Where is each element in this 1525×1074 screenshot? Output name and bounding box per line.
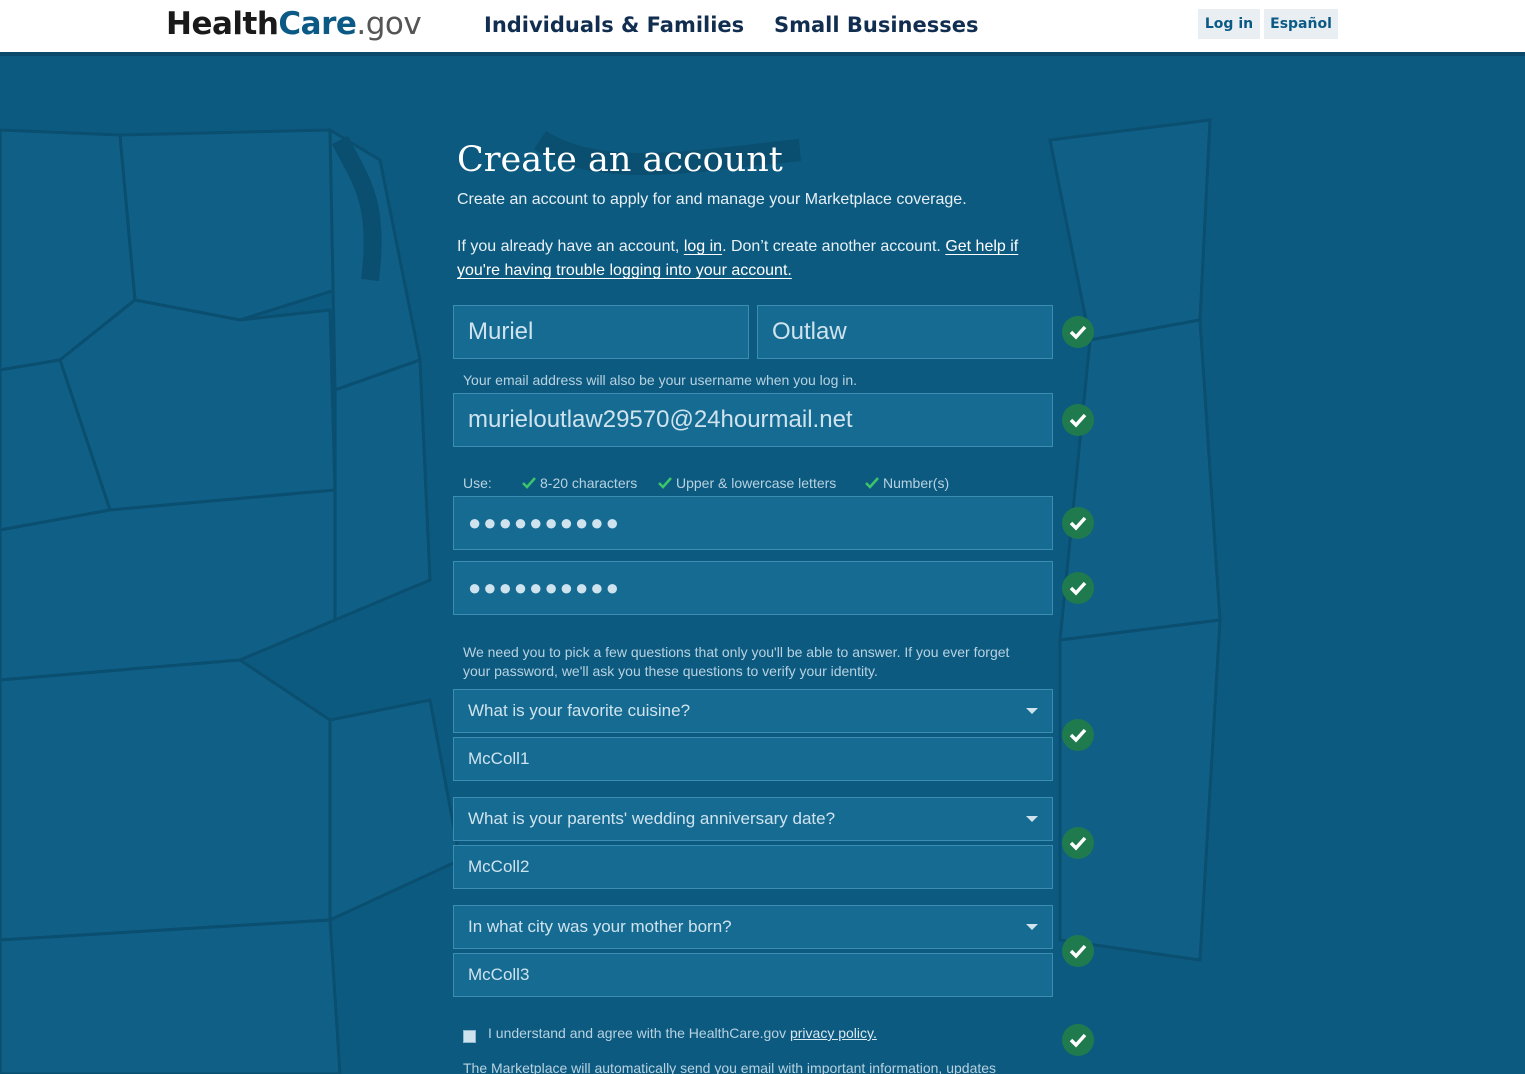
security-answer-3-field[interactable]: McColl3 xyxy=(453,953,1053,997)
security-answer-1-field[interactable]: McColl1 xyxy=(453,737,1053,781)
chevron-down-icon xyxy=(1026,708,1038,714)
note-text-1: If you already have an account, xyxy=(457,238,684,255)
password-use-label: Use: xyxy=(463,475,492,491)
check-icon xyxy=(1062,935,1094,967)
note-text-2: . Don’t create another account. xyxy=(722,238,946,255)
page-subtitle: Create an account to apply for and manag… xyxy=(457,191,967,208)
create-account-form: Create an account Create an account to a… xyxy=(0,0,1525,1074)
check-icon xyxy=(1062,1024,1094,1056)
confirm-password-field[interactable]: ●●●●●●●●●● xyxy=(453,561,1053,615)
chevron-down-icon xyxy=(1026,816,1038,822)
security-questions-hint: We need you to pick a few questions that… xyxy=(463,644,1010,679)
rule-number-label: Number(s) xyxy=(883,475,950,491)
security-answer-2-field[interactable]: McColl2 xyxy=(453,845,1053,889)
chevron-down-icon xyxy=(1026,924,1038,930)
last-name-field[interactable]: Outlaw xyxy=(757,305,1053,359)
rule-case: Upper & lowercase letters xyxy=(658,475,836,491)
security-question-1-select[interactable]: What is your favorite cuisine? xyxy=(453,689,1053,733)
check-icon xyxy=(1062,316,1094,348)
check-icon xyxy=(658,477,672,489)
security-question-2-label: What is your parents' wedding anniversar… xyxy=(468,809,836,828)
first-name-field[interactable]: Muriel xyxy=(453,305,749,359)
security-question-2-select[interactable]: What is your parents' wedding anniversar… xyxy=(453,797,1053,841)
check-icon xyxy=(522,477,536,489)
agree-label: I understand and agree with the HealthCa… xyxy=(488,1025,790,1041)
security-question-3-select[interactable]: In what city was your mother born? xyxy=(453,905,1053,949)
check-icon xyxy=(1062,507,1094,539)
security-question-3-label: In what city was your mother born? xyxy=(468,917,732,936)
rule-length: 8-20 characters xyxy=(522,475,637,491)
rule-length-label: 8-20 characters xyxy=(540,475,638,491)
privacy-policy-link[interactable]: privacy policy. xyxy=(790,1025,877,1041)
email-hint: Your email address will also be your use… xyxy=(463,372,858,388)
security-question-1-label: What is your favorite cuisine? xyxy=(468,701,691,720)
email-field[interactable]: murieloutlaw29570@24hourmail.net xyxy=(453,393,1053,447)
check-icon xyxy=(1062,572,1094,604)
privacy-agree-text: I understand and agree with the HealthCa… xyxy=(488,1025,877,1041)
rule-case-label: Upper & lowercase letters xyxy=(676,475,837,491)
check-icon xyxy=(1062,404,1094,436)
page-title: Create an account xyxy=(457,140,783,180)
login-link[interactable]: log in xyxy=(684,238,722,255)
password-field[interactable]: ●●●●●●●●●● xyxy=(453,496,1053,550)
email-notice-text: The Marketplace will automatically send … xyxy=(463,1060,997,1074)
privacy-agree-checkbox[interactable] xyxy=(463,1030,476,1043)
confirm-password-mask: ●●●●●●●●●● xyxy=(468,575,621,600)
check-icon xyxy=(865,477,879,489)
rule-number: Number(s) xyxy=(865,475,949,491)
existing-account-note: If you already have an account, log in. … xyxy=(457,235,1057,283)
check-icon xyxy=(1062,719,1094,751)
check-icon xyxy=(1062,827,1094,859)
password-mask: ●●●●●●●●●● xyxy=(468,510,621,535)
